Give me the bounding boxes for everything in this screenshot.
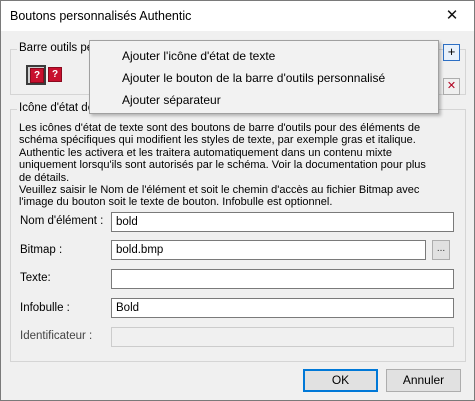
tooltip-label: Infobulle : — [20, 302, 70, 314]
menu-item-add-separator[interactable]: Ajouter séparateur — [122, 93, 221, 107]
description-text: Les icônes d'état de texte sont des bout… — [19, 122, 439, 209]
tooltip-input[interactable] — [111, 298, 454, 318]
text-label: Texte: — [20, 272, 51, 284]
add-button[interactable]: + — [443, 44, 460, 61]
identifier-label: Identificateur : — [20, 330, 93, 342]
menu-item-add-custom-toolbar-button[interactable]: Ajouter le bouton de la barre d'outils p… — [122, 71, 385, 85]
context-menu: Ajouter l'icône d'état de texte Ajouter … — [89, 40, 439, 114]
text-state-icon[interactable]: ? — [48, 67, 62, 82]
element-name-input[interactable] — [111, 212, 454, 232]
text-state-icon: ? — [30, 68, 44, 83]
toolbar-icon-selected[interactable]: ? — [26, 65, 46, 85]
close-icon[interactable]: ✕ — [435, 4, 469, 28]
description-paragraph: Les icônes d'état de texte sont des bout… — [19, 122, 426, 209]
browse-button[interactable]: ... — [432, 240, 450, 260]
cancel-button[interactable]: Annuler — [386, 369, 461, 392]
bitmap-label: Bitmap : — [20, 244, 63, 256]
delete-button[interactable]: ✕ — [443, 78, 460, 95]
title-bar: Boutons personnalisés Authentic ✕ — [1, 1, 474, 31]
text-input[interactable] — [111, 269, 454, 289]
identifier-input — [111, 327, 454, 347]
element-name-label: Nom d'élément : — [20, 215, 104, 227]
window-title: Boutons personnalisés Authentic — [10, 9, 192, 23]
dialog-window: Boutons personnalisés Authentic ✕ Barre … — [0, 0, 475, 401]
ok-button[interactable]: OK — [303, 369, 378, 392]
bitmap-input[interactable] — [111, 240, 426, 260]
menu-item-add-text-state-icon[interactable]: Ajouter l'icône d'état de texte — [122, 49, 275, 63]
